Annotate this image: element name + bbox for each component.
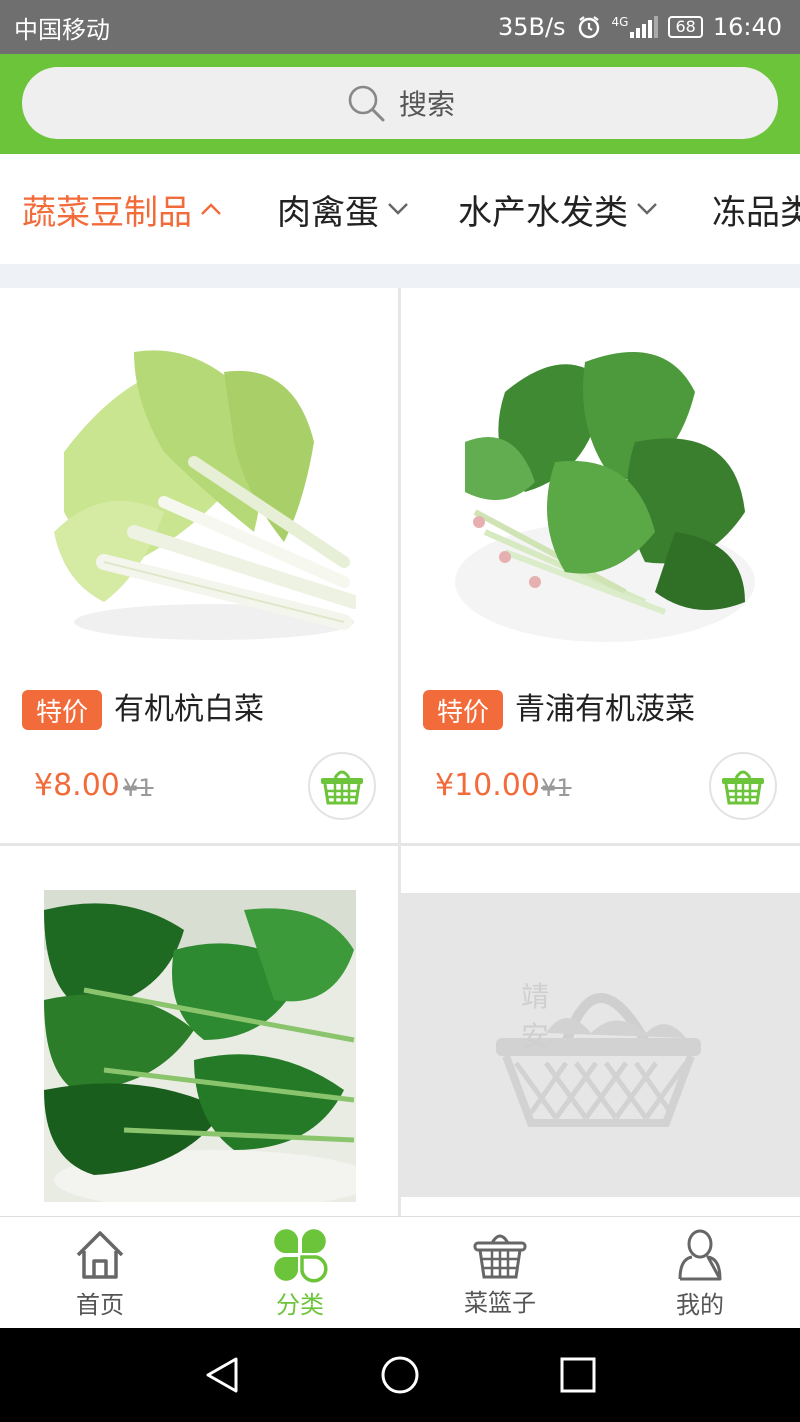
tab-label: 冻品类: [712, 192, 800, 233]
tab-category[interactable]: 分类: [200, 1217, 400, 1329]
tab-basket[interactable]: 菜篮子: [400, 1217, 600, 1329]
alarm-icon: [578, 16, 599, 39]
product-card[interactable]: [0, 846, 398, 1216]
chevron-up-icon: [201, 203, 221, 215]
tab-label: 菜篮子: [464, 1288, 536, 1317]
recents-icon[interactable]: [558, 1355, 598, 1395]
special-badge: 特价: [22, 690, 102, 730]
product-image-bok-choy[interactable]: [44, 332, 356, 644]
tab-label: 首页: [76, 1290, 124, 1319]
app-header: 搜索: [0, 54, 800, 154]
back-icon[interactable]: [202, 1355, 242, 1395]
user-icon: [678, 1229, 722, 1280]
tab-seafood[interactable]: 水产水发类: [458, 154, 658, 264]
add-to-basket-button[interactable]: [308, 752, 376, 820]
tab-label: 水产水发类: [458, 192, 628, 233]
search-placeholder: 搜索: [398, 88, 455, 121]
signal-icon: 4G: [612, 16, 659, 38]
tab-meat-eggs[interactable]: 肉禽蛋: [277, 154, 409, 264]
product-old-price: ¥1: [541, 774, 572, 802]
tab-label: 蔬菜豆制品: [22, 192, 192, 233]
tab-mine[interactable]: 我的: [600, 1217, 800, 1329]
product-image-spinach[interactable]: [445, 332, 757, 644]
chevron-down-icon: [637, 203, 657, 215]
clock: 16:40: [712, 13, 782, 41]
clover-icon: [274, 1228, 328, 1283]
tab-home[interactable]: 首页: [0, 1217, 200, 1329]
status-bar: 中国移动 35B/s 4G 68 16:40: [0, 0, 800, 54]
add-to-basket-button[interactable]: [709, 752, 777, 820]
product-card[interactable]: 靖安: [401, 846, 800, 1216]
product-image-greens[interactable]: [44, 890, 356, 1202]
tab-label: 分类: [276, 1290, 324, 1319]
network-type: 4G: [611, 15, 629, 29]
tab-label: 肉禽蛋: [277, 192, 379, 233]
system-nav-bar: [0, 1328, 800, 1422]
chevron-down-icon: [388, 203, 408, 215]
search-icon: [348, 85, 385, 122]
product-price: ¥8.00: [34, 768, 120, 803]
section-divider: [0, 264, 800, 288]
product-name[interactable]: 有机杭白菜: [114, 690, 264, 730]
home-circle-icon[interactable]: [380, 1355, 420, 1395]
product-grid: 特价 有机杭白菜 ¥8.00 ¥1 特价 青浦有机菠菜 ¥10.00 ¥1 靖安: [0, 288, 800, 1216]
product-card[interactable]: 特价 有机杭白菜 ¥8.00 ¥1: [0, 288, 398, 843]
basket-icon: [321, 770, 363, 805]
battery-icon: 68: [668, 16, 703, 38]
special-badge: 特价: [423, 690, 503, 730]
product-card[interactable]: 特价 青浦有机菠菜 ¥10.00 ¥1: [401, 288, 800, 843]
tab-label: 我的: [676, 1290, 724, 1319]
basket-icon: [722, 770, 764, 805]
product-name[interactable]: 青浦有机菠菜: [515, 690, 695, 730]
home-icon: [76, 1230, 124, 1279]
category-tabs: 蔬菜豆制品 肉禽蛋 水产水发类 冻品类: [0, 154, 800, 264]
basket-icon: [473, 1234, 527, 1278]
image-placeholder: 靖安: [401, 893, 800, 1197]
network-speed: 35B/s: [497, 13, 566, 41]
status-icons: 35B/s 4G 68 16:40: [498, 13, 782, 41]
battery-level: 68: [675, 17, 696, 36]
tab-vegetables[interactable]: 蔬菜豆制品: [22, 154, 222, 264]
product-price: ¥10.00: [435, 768, 540, 803]
tab-frozen[interactable]: 冻品类: [712, 154, 800, 264]
search-input[interactable]: 搜索: [22, 67, 778, 139]
bottom-tab-bar: 首页 分类 菜篮子 我的: [0, 1216, 800, 1328]
carrier-label: 中国移动: [14, 15, 110, 44]
product-old-price: ¥1: [123, 774, 154, 802]
placeholder-logo-text: 靖安: [521, 980, 605, 1053]
